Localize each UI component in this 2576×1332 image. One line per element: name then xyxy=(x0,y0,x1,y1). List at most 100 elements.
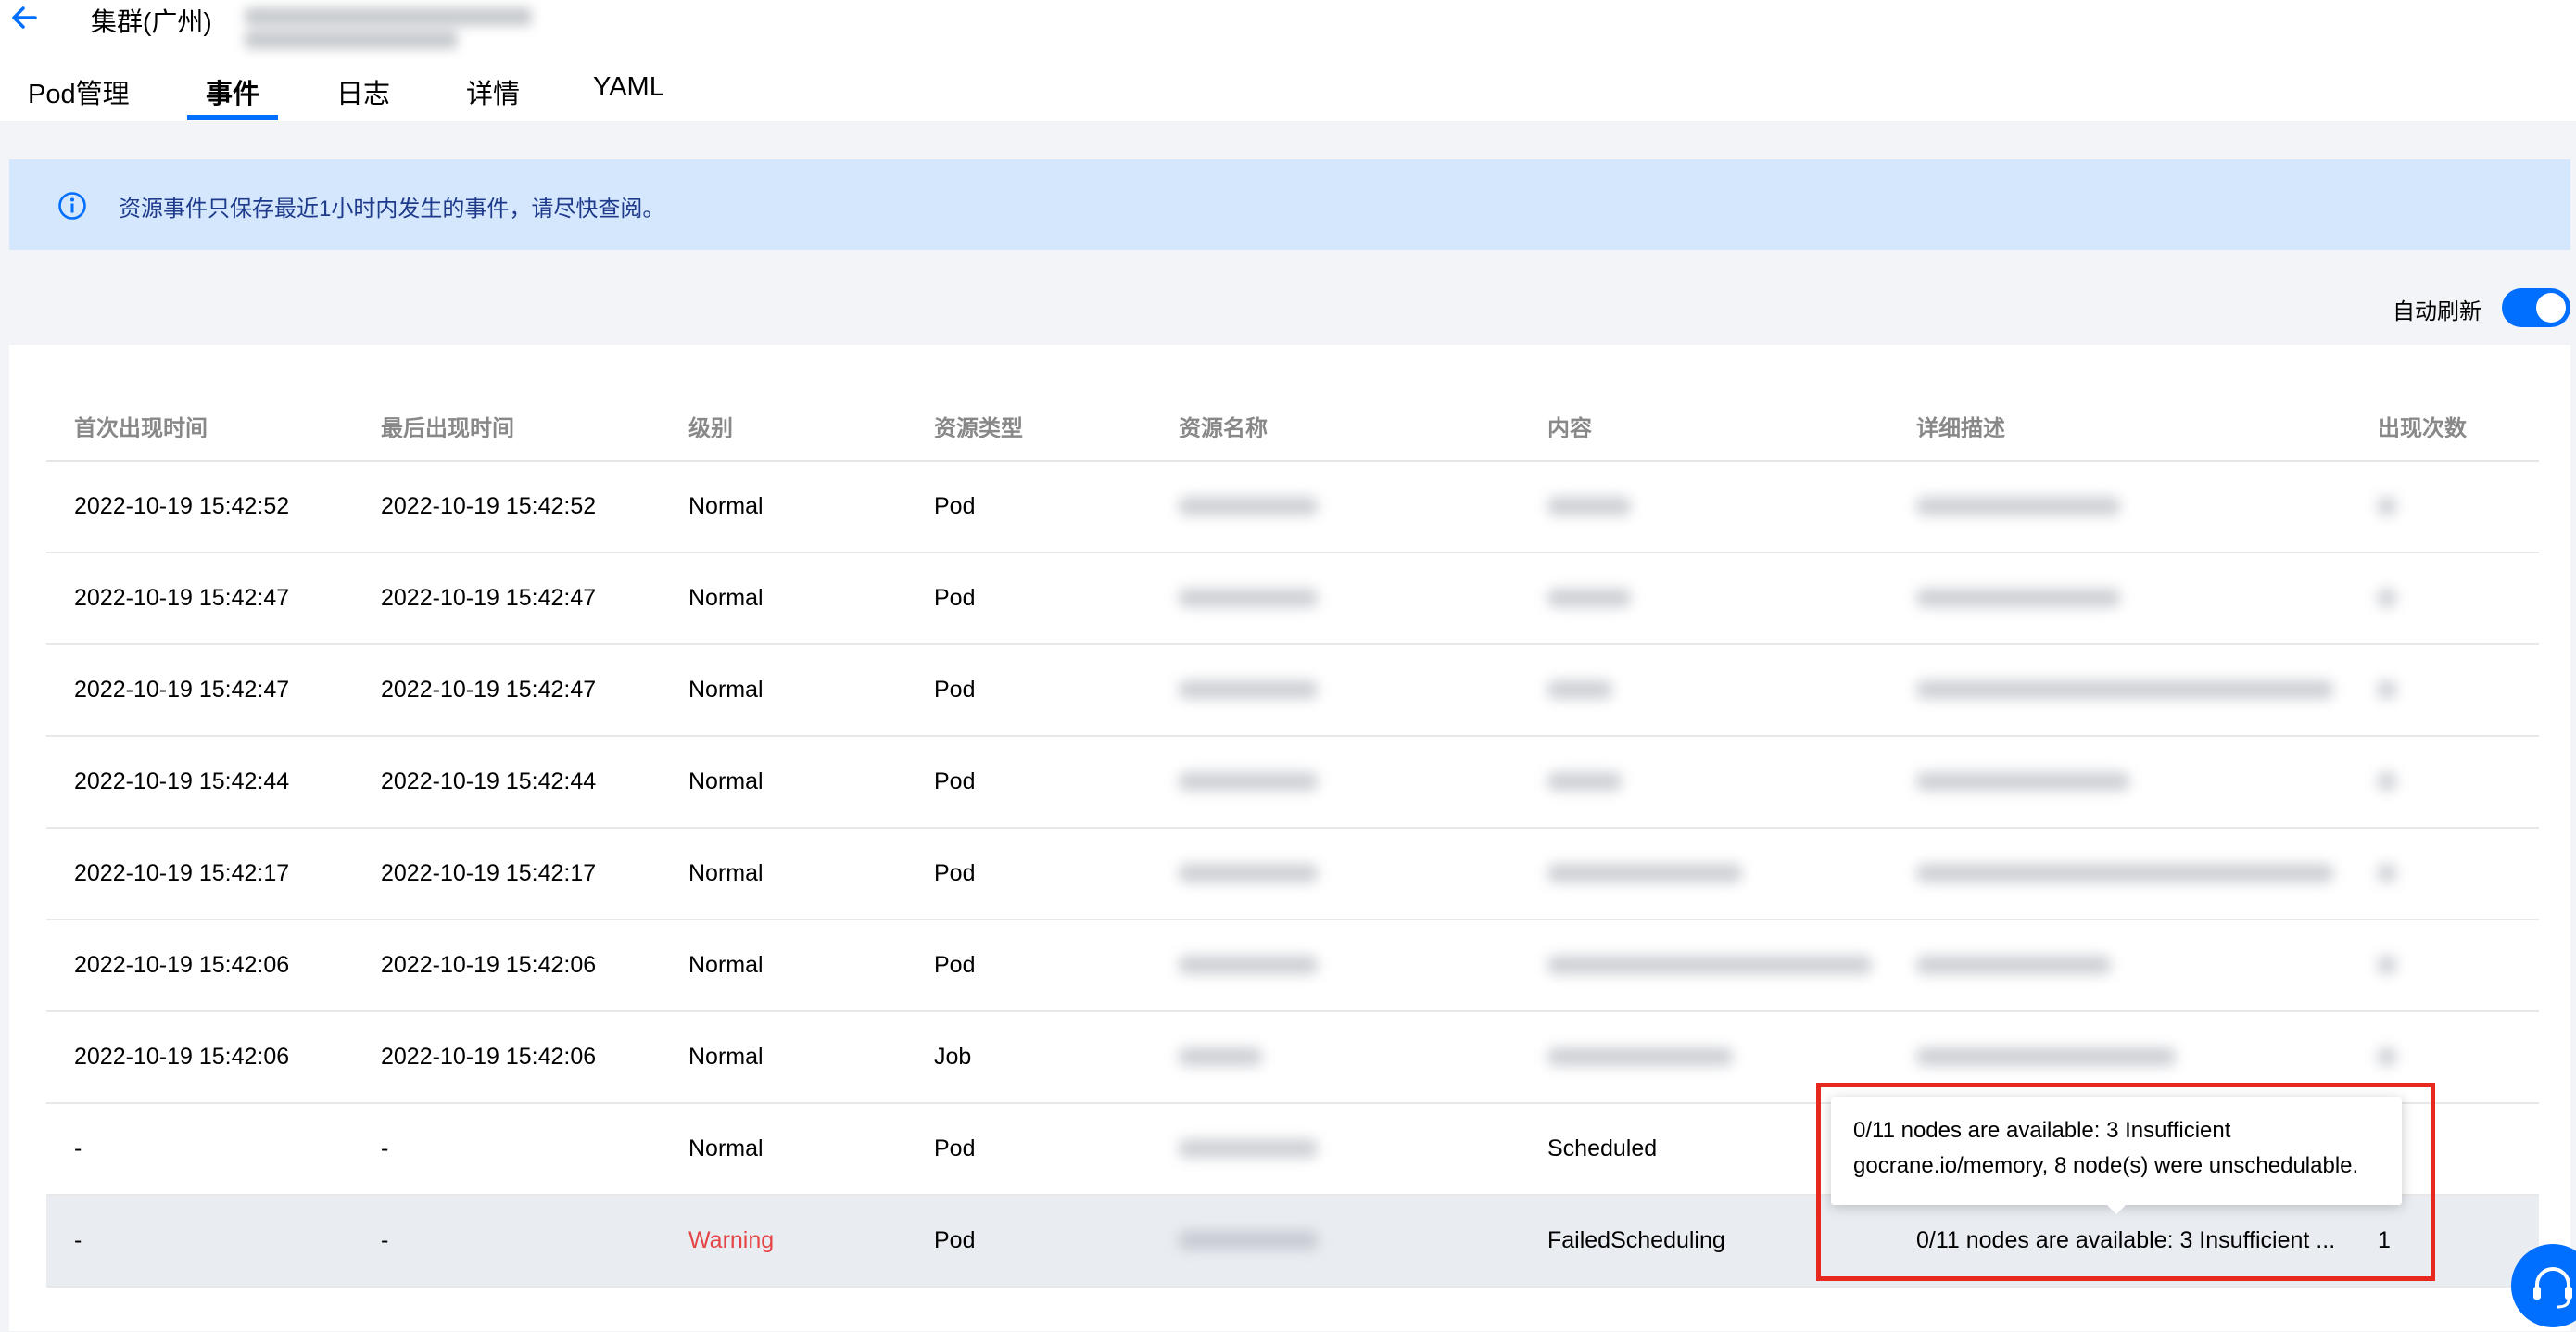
col-last-seen: 最后出现时间 xyxy=(381,416,514,441)
first-seen-cell: 2022-10-19 15:42:17 xyxy=(74,860,290,886)
resource-type-cell: Pod xyxy=(934,952,976,978)
first-seen-cell: 2022-10-19 15:42:47 xyxy=(74,677,290,703)
redacted-content xyxy=(1547,864,1742,882)
resource-type-cell: Pod xyxy=(934,860,976,886)
redacted-breadcrumb xyxy=(245,7,782,49)
last-seen-cell: 2022-10-19 15:42:17 xyxy=(381,860,597,886)
level-cell: Normal xyxy=(688,860,764,886)
last-seen-cell: 2022-10-19 15:42:06 xyxy=(381,1044,597,1070)
level-cell: Normal xyxy=(688,493,764,519)
first-seen-cell: 2022-10-19 15:42:52 xyxy=(74,493,290,519)
toggle-knob xyxy=(2536,293,2566,323)
tab-pod-management[interactable]: Pod管理 xyxy=(28,72,130,111)
last-seen-cell: 2022-10-19 15:42:44 xyxy=(381,768,597,794)
resource-type-cell: Pod xyxy=(934,1227,976,1253)
redacted-content xyxy=(1547,589,1631,607)
redacted-detail xyxy=(1916,1047,2176,1066)
info-icon xyxy=(58,192,86,220)
last-seen-cell: 2022-10-19 15:42:52 xyxy=(381,493,597,519)
content-cell: FailedScheduling xyxy=(1547,1227,1725,1253)
redacted-count xyxy=(2378,772,2396,791)
annotation-highlight-box xyxy=(1816,1083,2435,1281)
back-arrow-icon[interactable] xyxy=(7,0,44,37)
resource-type-cell: Pod xyxy=(934,493,976,519)
cluster-breadcrumb[interactable]: 集群(广州) xyxy=(91,2,212,39)
last-seen-cell: - xyxy=(381,1227,389,1253)
col-first-seen: 首次出现时间 xyxy=(74,416,208,441)
table-row: 2022-10-19 15:42:52 2022-10-19 15:42:52 … xyxy=(46,462,2539,553)
table-row: 2022-10-19 15:42:47 2022-10-19 15:42:47 … xyxy=(46,553,2539,645)
first-seen-cell: 2022-10-19 15:42:47 xyxy=(74,585,290,611)
redacted-detail xyxy=(1916,497,2120,515)
redacted-resource-name xyxy=(1179,1231,1318,1250)
table-row: 2022-10-19 15:42:44 2022-10-19 15:42:44 … xyxy=(46,737,2539,829)
redacted-detail xyxy=(1916,680,2333,699)
redacted-resource-name xyxy=(1179,1047,1262,1066)
col-content: 内容 xyxy=(1547,416,1592,441)
redacted-content xyxy=(1547,956,1872,974)
tab-events[interactable]: 事件 xyxy=(206,72,259,111)
last-seen-cell: 2022-10-19 15:42:47 xyxy=(381,677,597,703)
resource-type-cell: Pod xyxy=(934,768,976,794)
col-count: 出现次数 xyxy=(2378,416,2467,441)
first-seen-cell: - xyxy=(74,1227,82,1253)
redacted-resource-name xyxy=(1179,497,1318,515)
auto-refresh-toggle[interactable] xyxy=(2502,288,2570,327)
top-bar: 集群(广州) Pod管理 事件 日志 详情 YAML xyxy=(0,0,2576,121)
redacted-content xyxy=(1547,497,1631,515)
notice-text: 资源事件只保存最近1小时内发生的事件，请尽快查阅。 xyxy=(119,197,665,222)
last-seen-cell: 2022-10-19 15:42:06 xyxy=(381,952,597,978)
redacted-content xyxy=(1547,772,1622,791)
col-detail: 详细描述 xyxy=(1916,416,2005,441)
first-seen-cell: - xyxy=(74,1135,82,1161)
redacted-count xyxy=(2378,589,2396,607)
level-cell: Normal xyxy=(688,1135,764,1161)
redacted-resource-name xyxy=(1179,1139,1318,1158)
redacted-resource-name xyxy=(1179,680,1318,699)
auto-refresh-label: 自动刷新 xyxy=(2393,299,2481,324)
redacted-content xyxy=(1547,1047,1733,1066)
tab-yaml[interactable]: YAML xyxy=(593,72,664,103)
redacted-content xyxy=(1547,680,1612,699)
redacted-resource-name xyxy=(1179,956,1318,974)
redacted-resource-name xyxy=(1179,589,1318,607)
level-cell: Normal xyxy=(688,585,764,611)
redacted-resource-name xyxy=(1179,772,1318,791)
last-seen-cell: 2022-10-19 15:42:47 xyxy=(381,585,597,611)
tab-details[interactable]: 详情 xyxy=(466,72,520,111)
redacted-count xyxy=(2378,680,2396,699)
resource-type-cell: Job xyxy=(934,1044,972,1070)
col-resource-type: 资源类型 xyxy=(934,416,1023,441)
redacted-count xyxy=(2378,1047,2396,1066)
col-level: 级别 xyxy=(688,416,733,441)
active-tab-indicator xyxy=(187,115,278,120)
headset-icon xyxy=(2533,1267,2572,1309)
level-cell: Normal xyxy=(688,677,764,703)
level-cell: Normal xyxy=(688,952,764,978)
redacted-count xyxy=(2378,864,2396,882)
retention-notice: 资源事件只保存最近1小时内发生的事件，请尽快查阅。 xyxy=(9,159,2570,250)
redacted-count xyxy=(2378,497,2396,515)
tab-logs[interactable]: 日志 xyxy=(336,72,390,111)
level-cell: Normal xyxy=(688,1044,764,1070)
table-row: 2022-10-19 15:42:47 2022-10-19 15:42:47 … xyxy=(46,645,2539,737)
redacted-count xyxy=(2378,956,2396,974)
level-cell: Normal xyxy=(688,768,764,794)
redacted-resource-name xyxy=(1179,864,1318,882)
table-header: 首次出现时间 最后出现时间 级别 资源类型 资源名称 内容 详细描述 出现次数 xyxy=(46,387,2539,462)
redacted-detail xyxy=(1916,956,2111,974)
redacted-detail xyxy=(1916,589,2120,607)
resource-type-cell: Pod xyxy=(934,677,976,703)
first-seen-cell: 2022-10-19 15:42:06 xyxy=(74,1044,290,1070)
last-seen-cell: - xyxy=(381,1135,389,1161)
redacted-detail xyxy=(1916,864,2333,882)
first-seen-cell: 2022-10-19 15:42:06 xyxy=(74,952,290,978)
table-row: 2022-10-19 15:42:06 2022-10-19 15:42:06 … xyxy=(46,920,2539,1012)
table-row: 2022-10-19 15:42:17 2022-10-19 15:42:17 … xyxy=(46,829,2539,920)
first-seen-cell: 2022-10-19 15:42:44 xyxy=(74,768,290,794)
redacted-detail xyxy=(1916,772,2129,791)
level-cell-warning: Warning xyxy=(688,1227,775,1253)
customer-service-button[interactable] xyxy=(2511,1244,2576,1327)
content-cell: Scheduled xyxy=(1547,1135,1658,1161)
resource-type-cell: Pod xyxy=(934,1135,976,1161)
